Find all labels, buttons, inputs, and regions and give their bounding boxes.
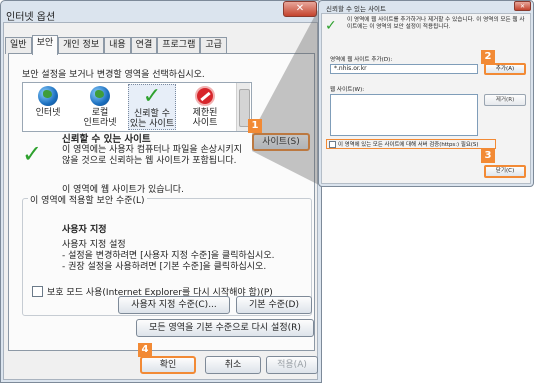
add-site-input[interactable]: *.nhis.or.kr	[330, 64, 478, 74]
tab-strip: 일반 보안 개인 정보 내용 연결 프로그램 고급	[5, 35, 227, 55]
trusted-check-icon: ✓	[22, 140, 43, 168]
zone-restricted[interactable]: 제한된 사이트	[185, 84, 225, 128]
dialog-title: 신뢰할 수 있는 사이트	[326, 5, 387, 13]
zone-label: 인터넷	[35, 108, 61, 118]
step-badge-1: 1	[248, 119, 262, 133]
cancel-button[interactable]: 취소	[205, 356, 261, 374]
https-checkbox[interactable]	[329, 140, 336, 148]
zone-label: 사이트	[192, 118, 218, 128]
zone-label: 로컬	[91, 108, 109, 118]
custom-line: - 권장 설정을 사용하려면 [기본 수준]을 클릭하십시오.	[62, 262, 267, 272]
custom-line: 사용자 지정 설정	[62, 240, 126, 250]
remove-site-button[interactable]: 제거(R)	[484, 94, 526, 106]
websites-label: 웹 사이트(W):	[330, 87, 365, 93]
reset-all-zones-button[interactable]: 모든 영역을 기본 수준으로 다시 설정(R)	[136, 319, 314, 337]
tab-content[interactable]: 내용	[104, 37, 131, 54]
close-window-button[interactable]: ✕	[283, 1, 317, 17]
step-badge-3: 3	[481, 149, 495, 163]
zone-label: 제한된	[192, 108, 218, 118]
selected-zone-description: 이 영역에는 사용자 컴퓨터나 파일을 손상시키지 않을 것으로 신뢰하는 웹 …	[62, 145, 242, 166]
security-level-title: 이 영역에 적용할 보안 수준(L)	[28, 193, 147, 206]
step-badge-2: 2	[481, 50, 495, 64]
https-verification-row[interactable]: 이 영역에 있는 모든 사이트에 대해 서버 검증(https:) 필요(S)	[326, 139, 496, 149]
custom-level-heading: 사용자 지정	[62, 225, 107, 235]
dialog-intro-text: 이 영역에 웹 사이트를 추가하거나 제거할 수 있습니다. 이 영역의 모든 …	[347, 17, 525, 30]
restricted-icon	[195, 86, 215, 106]
selected-zone-heading: 신뢰할 수 있는 사이트	[62, 134, 151, 145]
tab-connections[interactable]: 연결	[130, 37, 158, 54]
protected-mode-checkbox[interactable]	[32, 286, 43, 297]
custom-level-description: 사용자 지정 설정 - 설정을 변경하려면 [사용자 지정 수준]을 클릭하십시…	[62, 240, 274, 273]
step-badge-4: 4	[138, 343, 152, 357]
tab-security[interactable]: 보안	[31, 35, 59, 55]
zone-label: 인트라넷	[83, 118, 117, 128]
add-site-label: 영역에 웹 사이트 추가(D):	[330, 57, 393, 63]
zone-label: 신뢰할 수	[134, 109, 170, 119]
tab-general[interactable]: 일반	[5, 37, 32, 54]
window-title: 인터넷 옵션	[6, 12, 56, 23]
add-site-button[interactable]: 추가(A)	[484, 63, 526, 75]
websites-list[interactable]	[330, 94, 478, 136]
sites-button[interactable]: 사이트(S)	[252, 133, 310, 151]
intranet-icon	[90, 86, 110, 106]
apply-button[interactable]: 적용(A)	[266, 356, 318, 374]
default-level-button[interactable]: 기본 수준(D)	[236, 296, 312, 314]
zone-local-intranet[interactable]: 로컬 인트라넷	[80, 84, 120, 128]
globe-icon	[38, 86, 58, 106]
tab-advanced[interactable]: 고급	[200, 37, 227, 54]
https-checkbox-label: 이 영역에 있는 모든 사이트에 대해 서버 검증(https:) 필요(S)	[338, 142, 479, 148]
ok-button[interactable]: 확인	[140, 356, 196, 374]
zone-trusted-sites[interactable]: ✓ 신뢰할 수 있는 사이트	[128, 84, 176, 130]
custom-line: - 설정을 변경하려면 [사용자 지정 수준]을 클릭하십시오.	[62, 251, 275, 261]
dialog-close-button[interactable]: 닫기(C)	[484, 165, 526, 178]
dialog-check-icon: ✓	[325, 18, 337, 34]
zone-label: 있는 사이트	[129, 119, 175, 129]
tab-privacy[interactable]: 개인 정보	[58, 37, 105, 54]
tab-programs[interactable]: 프로그램	[157, 37, 201, 54]
check-icon: ✓	[142, 84, 162, 109]
dialog-close-icon[interactable]: ✕	[514, 1, 531, 11]
zone-prompt: 보안 설정을 보거나 변경할 영역을 선택하십시오.	[22, 70, 205, 80]
custom-level-button[interactable]: 사용자 지정 수준(C)...	[118, 296, 230, 314]
zone-internet[interactable]: 인터넷	[28, 84, 68, 118]
